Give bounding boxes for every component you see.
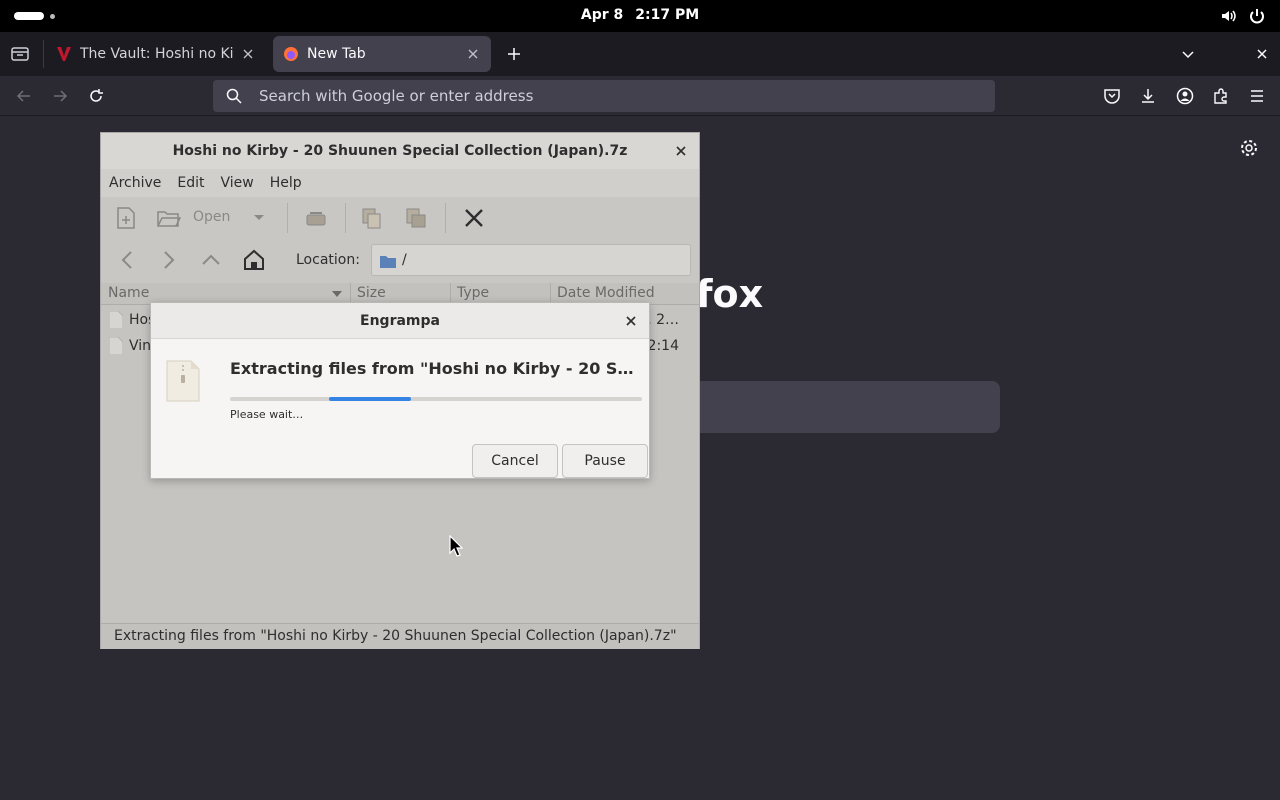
open-dropdown-chevron-icon[interactable] (251, 209, 267, 225)
add-folder-icon[interactable] (403, 205, 429, 231)
power-icon[interactable] (1248, 7, 1266, 25)
location-path: / (402, 252, 407, 268)
navigation-toolbar (0, 76, 1280, 116)
column-size[interactable]: Size (357, 285, 386, 301)
tab-title: The Vault: Hoshi no Kirby (80, 46, 234, 62)
cancel-button[interactable]: Cancel (472, 444, 558, 478)
firefox-favicon-icon (283, 46, 299, 62)
tab-new-tab[interactable]: New Tab (273, 36, 491, 72)
dialog-title: Engrampa (151, 303, 649, 339)
column-date-modified[interactable]: Date Modified (557, 285, 655, 301)
tab-the-vault[interactable]: The Vault: Hoshi no Kirby (46, 36, 266, 72)
progress-bar (230, 397, 642, 401)
downloads-icon[interactable] (1138, 86, 1158, 106)
account-icon[interactable] (1175, 86, 1195, 106)
window-title: Hoshi no Kirby - 20 Shuunen Special Coll… (101, 133, 699, 169)
tab-separator (43, 40, 44, 68)
menu-edit[interactable]: Edit (177, 169, 204, 197)
please-wait-text: Please wait… (230, 408, 304, 421)
extract-icon[interactable] (303, 205, 329, 231)
forward-arrow-icon[interactable] (50, 86, 70, 106)
column-type[interactable]: Type (457, 285, 489, 301)
file-icon (108, 310, 124, 330)
folder-icon (380, 253, 396, 268)
volume-icon[interactable] (1220, 7, 1238, 25)
firefox-view-icon[interactable] (8, 42, 32, 66)
tab-title: New Tab (307, 46, 366, 62)
archive-file-icon (165, 359, 201, 403)
location-label: Location: (296, 252, 360, 268)
new-tab-plus-icon[interactable] (504, 44, 524, 64)
clock-time: 2:17 PM (635, 7, 700, 23)
close-tab-icon[interactable] (465, 46, 481, 62)
forward-chevron-icon[interactable] (155, 247, 181, 273)
location-bar: Location: / (101, 239, 699, 285)
pause-button[interactable]: Pause (562, 444, 648, 478)
progress-bar-fill (328, 397, 412, 401)
open-folder-icon[interactable] (155, 205, 182, 231)
window-close-icon[interactable] (1253, 45, 1271, 63)
system-top-bar: Apr 8 2:17 PM (0, 0, 1280, 32)
tab-bar: The Vault: Hoshi no Kirby New Tab (0, 32, 1280, 76)
vault-favicon-icon (56, 46, 72, 62)
back-arrow-icon[interactable] (14, 86, 34, 106)
dialog-close-icon[interactable] (623, 313, 639, 329)
dialog-message: Extracting files from "Hoshi no Kirby - … (230, 359, 644, 378)
file-date: 2:14 (647, 338, 679, 354)
clock[interactable]: Apr 8 2:17 PM (0, 7, 1280, 23)
clock-date: Apr 8 (580, 7, 624, 23)
menu-view[interactable]: View (221, 169, 254, 197)
home-icon[interactable] (241, 247, 267, 273)
search-icon (225, 87, 243, 105)
new-archive-icon[interactable] (113, 205, 139, 231)
extensions-icon[interactable] (1211, 86, 1231, 106)
list-all-tabs-chevron-icon[interactable] (1178, 44, 1198, 64)
url-bar[interactable] (213, 80, 995, 112)
back-chevron-icon[interactable] (115, 247, 141, 273)
toolbar: Open (101, 197, 699, 239)
column-name[interactable]: Name (108, 285, 149, 301)
add-files-icon[interactable] (359, 205, 385, 231)
extraction-progress-dialog: Engrampa Extracting files from "Hoshi no… (150, 302, 650, 479)
app-menu-hamburger-icon[interactable] (1247, 86, 1267, 106)
window-close-icon[interactable] (673, 143, 689, 159)
mouse-pointer-icon (449, 534, 464, 557)
location-field[interactable]: / (371, 244, 691, 276)
firefox-wordmark: fox (696, 272, 764, 316)
menu-archive[interactable]: Archive (109, 169, 161, 197)
address-input[interactable] (259, 84, 959, 108)
stop-close-icon[interactable] (461, 205, 487, 231)
file-icon (108, 336, 124, 356)
open-button-label[interactable]: Open (193, 209, 230, 225)
menu-help[interactable]: Help (270, 169, 302, 197)
close-tab-icon[interactable] (240, 46, 256, 62)
newtab-search-box[interactable] (690, 381, 1000, 433)
file-name: Vin (129, 338, 152, 354)
newtab-settings-gear-icon[interactable] (1239, 138, 1259, 158)
status-bar: Extracting files from "Hoshi no Kirby - … (101, 623, 699, 649)
up-chevron-icon[interactable] (198, 247, 224, 273)
reload-icon[interactable] (86, 86, 106, 106)
menu-bar: Archive Edit View Help (101, 169, 699, 197)
pocket-icon[interactable] (1102, 86, 1122, 106)
